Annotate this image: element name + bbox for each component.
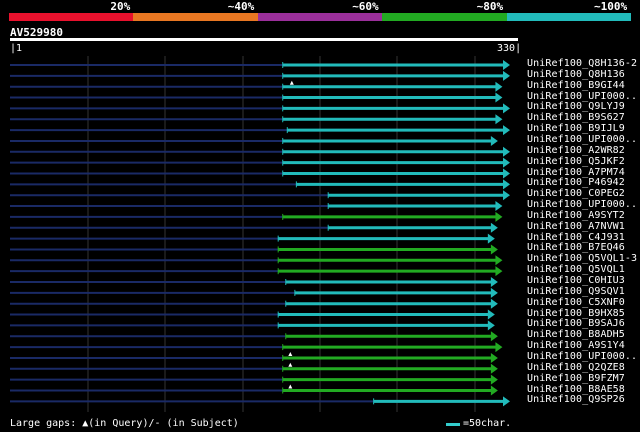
scale-label: =50char.: [463, 418, 512, 429]
hit-label[interactable]: UniRef100_A9SYT2: [527, 210, 625, 221]
query-gap-marker: [288, 351, 293, 356]
query-gap-marker: [289, 80, 294, 85]
query-gap-marker: [288, 362, 293, 367]
large-gaps-legend: Large gaps: ▲(in Query)/- (in Subject): [10, 418, 239, 429]
hit-arrowhead: [490, 277, 498, 287]
hit-label[interactable]: UniRef100_B9HX85: [527, 308, 625, 319]
hit-arrowhead: [490, 385, 498, 396]
hit-arrowhead: [503, 396, 510, 407]
hit-arrowhead: [490, 222, 498, 233]
hit-arrowhead: [490, 244, 498, 255]
hit-label[interactable]: UniRef100_C4J931: [527, 232, 625, 243]
hit-arrowhead: [495, 255, 503, 266]
hit-arrowhead: [495, 81, 503, 92]
hit-label[interactable]: UniRef100_B9FZM7: [527, 373, 625, 384]
hit-arrowhead: [495, 201, 503, 212]
hit-label[interactable]: UniRef100_B9SAJ6: [527, 318, 625, 329]
hit-arrowhead: [490, 298, 498, 309]
hit-arrowhead: [490, 135, 498, 146]
hit-arrowhead: [503, 60, 510, 70]
hit-arrowhead: [495, 266, 503, 277]
hit-arrowhead: [503, 157, 510, 168]
hit-arrowhead: [490, 363, 498, 374]
hit-arrowhead: [503, 103, 510, 114]
hit-label[interactable]: UniRef100_C0HIU3: [527, 275, 625, 286]
query-gap-marker: [288, 384, 293, 389]
hit-arrowhead: [495, 92, 503, 103]
hit-label[interactable]: UniRef100_Q9SP26: [527, 394, 625, 405]
hit-arrowhead: [490, 287, 498, 298]
hit-label[interactable]: UniRef100_A9S1Y4: [527, 340, 625, 351]
hit-arrowhead: [503, 168, 510, 179]
hit-arrowhead: [503, 190, 510, 201]
hit-arrowhead: [487, 233, 495, 244]
hit-label[interactable]: UniRef100_Q5VQL1-3: [527, 253, 637, 264]
hit-label[interactable]: UniRef100_UPI000..: [527, 91, 637, 102]
hit-arrowhead: [503, 146, 510, 157]
hit-arrowhead: [495, 211, 503, 222]
hit-arrowhead: [495, 342, 503, 353]
hit-label[interactable]: UniRef100_B8ADH5: [527, 329, 625, 340]
hit-label[interactable]: UniRef100_C0PEG2: [527, 188, 625, 199]
hit-label[interactable]: UniRef100_A2WR82: [527, 145, 625, 156]
hit-label[interactable]: UniRef100_UPI000..: [527, 351, 637, 362]
hit-arrowhead: [490, 352, 498, 363]
hit-label[interactable]: UniRef100_P46942: [527, 177, 625, 188]
hit-label[interactable]: UniRef100_B9IJL9: [527, 123, 625, 134]
hit-label[interactable]: UniRef100_B9GI44: [527, 80, 625, 91]
hit-label[interactable]: UniRef100_A7PM74: [527, 167, 625, 178]
hit-label[interactable]: UniRef100_Q2QZE8: [527, 362, 625, 373]
hit-label[interactable]: UniRef100_Q5VQL1: [527, 264, 625, 275]
hit-label[interactable]: UniRef100_Q5JKF2: [527, 156, 625, 167]
hit-label[interactable]: UniRef100_A7NVW1: [527, 221, 625, 232]
hit-arrowhead: [487, 309, 495, 320]
hit-label[interactable]: UniRef100_C5XNF0: [527, 297, 625, 308]
hit-label[interactable]: UniRef100_Q8H136: [527, 69, 625, 80]
hit-arrowhead: [490, 331, 498, 342]
hit-arrowhead: [503, 125, 510, 136]
hit-label[interactable]: UniRef100_UPI000..: [527, 134, 637, 145]
hit-label[interactable]: UniRef100_Q9SQV1: [527, 286, 625, 297]
hit-label[interactable]: UniRef100_Q9LYJ9: [527, 101, 625, 112]
scale-bar: [446, 423, 460, 426]
hit-label[interactable]: UniRef100_B8AE58: [527, 384, 625, 395]
hit-arrowhead: [495, 114, 503, 125]
hit-arrowhead: [503, 70, 510, 81]
hit-label[interactable]: UniRef100_Q8H136-2: [527, 58, 637, 69]
hit-label[interactable]: UniRef100_B9S627: [527, 112, 625, 123]
hit-label[interactable]: UniRef100_B7EQ46: [527, 242, 625, 253]
hit-arrowhead: [503, 179, 510, 190]
hit-arrowhead: [487, 320, 495, 331]
hit-label[interactable]: UniRef100_UPI000..: [527, 199, 637, 210]
hit-arrowhead: [490, 374, 498, 385]
